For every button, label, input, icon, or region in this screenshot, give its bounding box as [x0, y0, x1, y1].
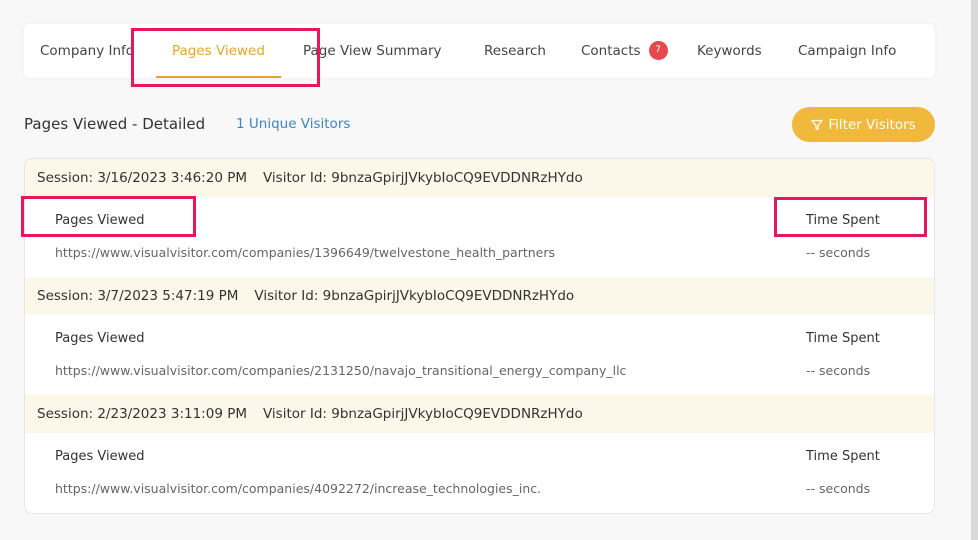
time-spent-value: -- seconds	[806, 245, 871, 260]
time-spent-column-label: Time Spent	[806, 331, 880, 346]
page-scrollbar[interactable]	[971, 0, 978, 540]
session-datetime: Session: 3/16/2023 3:46:20 PM	[37, 170, 247, 186]
tab-label: Company Info	[40, 43, 135, 59]
active-tab-underline	[156, 76, 281, 78]
time-spent-value: -- seconds	[806, 363, 871, 378]
page-url: https://www.visualvisitor.com/companies/…	[55, 481, 542, 496]
unique-visitors-link[interactable]: 1 Unique Visitors	[236, 116, 350, 132]
tab-label: Contacts	[581, 43, 641, 59]
section-title: Pages Viewed - Detailed	[24, 115, 206, 133]
tab-keywords[interactable]: Keywords	[697, 24, 762, 78]
tab-research[interactable]: Research	[484, 24, 546, 78]
session-header: Session: 2/23/2023 3:11:09 PM Visitor Id:…	[25, 395, 934, 433]
session-datetime: Session: 2/23/2023 3:11:09 PM	[37, 406, 247, 422]
sessions-panel: Session: 3/16/2023 3:46:20 PM Visitor Id:…	[24, 158, 935, 514]
session-header: Session: 3/7/2023 5:47:19 PM Visitor Id: …	[25, 277, 934, 315]
filter-visitors-button[interactable]: Filter Visitors	[792, 107, 935, 142]
tab-pages-viewed[interactable]: Pages Viewed	[156, 24, 281, 78]
pages-viewed-column-label: Pages Viewed	[55, 213, 145, 228]
time-spent-column-label: Time Spent	[806, 213, 880, 228]
tab-page-view-summary[interactable]: Page View Summary	[303, 24, 442, 78]
session-header: Session: 3/16/2023 3:46:20 PM Visitor Id:…	[25, 159, 934, 197]
tab-label: Pages Viewed	[172, 43, 265, 59]
tab-label: Campaign Info	[798, 43, 897, 59]
pages-viewed-column-label: Pages Viewed	[55, 331, 145, 346]
time-spent-column-label: Time Spent	[806, 449, 880, 464]
filter-button-label: Filter Visitors	[828, 116, 916, 133]
filter-icon	[811, 119, 823, 130]
tab-company-info[interactable]: Company Info	[40, 24, 134, 78]
session-datetime: Session: 3/7/2023 5:47:19 PM	[37, 288, 239, 304]
page-url: https://www.visualvisitor.com/companies/…	[55, 245, 556, 260]
time-spent-value: -- seconds	[806, 481, 871, 496]
tab-contacts[interactable]: Contacts 7	[581, 24, 668, 78]
scrollbar-thumb[interactable]	[971, 0, 978, 540]
visitor-id: Visitor Id: 9bnzaGpirjJVkybIoCQ9EVDDNRzH…	[254, 288, 575, 304]
tab-label: Research	[484, 43, 546, 59]
page-url: https://www.visualvisitor.com/companies/…	[55, 363, 627, 378]
tab-bar: Company Info Pages Viewed Page View Summ…	[24, 24, 935, 78]
tab-label: Page View Summary	[303, 43, 442, 59]
contacts-count-badge: 7	[648, 40, 668, 60]
tab-campaign-info[interactable]: Campaign Info	[798, 24, 896, 78]
pages-viewed-column-label: Pages Viewed	[55, 449, 145, 464]
visitor-id: Visitor Id: 9bnzaGpirjJVkybIoCQ9EVDDNRzH…	[262, 406, 583, 422]
visitor-id: Visitor Id: 9bnzaGpirjJVkybIoCQ9EVDDNRzH…	[262, 170, 583, 186]
tab-label: Keywords	[697, 43, 762, 59]
